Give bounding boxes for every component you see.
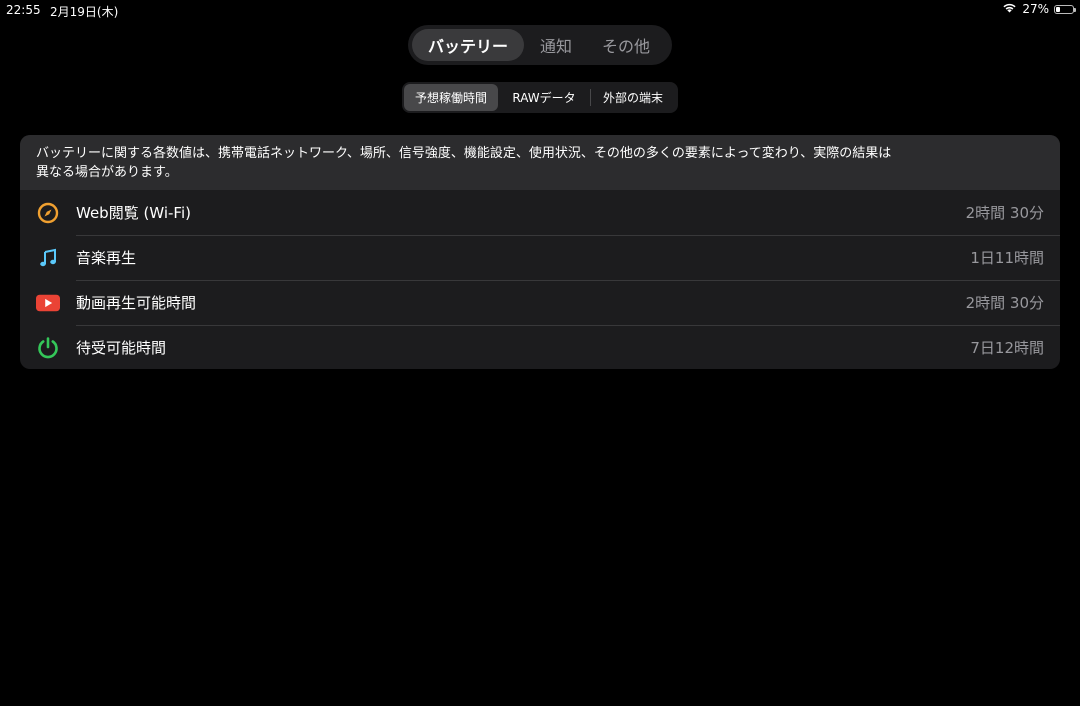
subtab-estimated-runtime[interactable]: 予想稼働時間 [404, 84, 498, 111]
compass-icon [36, 201, 60, 225]
wifi-icon [1002, 2, 1017, 16]
music-note-icon [36, 246, 60, 270]
row-value: 7日12時間 [970, 339, 1044, 357]
list-item-web-browsing[interactable]: Web閲覧 (Wi-Fi) 2時間 30分 [20, 190, 1060, 235]
video-play-icon [36, 291, 60, 315]
battery-icon [1054, 4, 1076, 14]
status-right: 27% [1002, 2, 1076, 16]
row-label: Web閲覧 (Wi-Fi) [76, 204, 191, 222]
status-bar: 22:55 2月19日(木) 27% [0, 0, 1080, 20]
row-value: 1日11時間 [970, 249, 1044, 267]
sub-segmented-control: 予想稼働時間 RAWデータ 外部の端末 [402, 82, 678, 113]
disclaimer-line-1: バッテリーに関する各数値は、携帯電話ネットワーク、場所、信号強度、機能設定、使用… [36, 146, 892, 161]
row-label: 待受可能時間 [76, 339, 167, 357]
row-label: 音楽再生 [76, 249, 137, 267]
list-item-standby[interactable]: 待受可能時間 7日12時間 [20, 325, 1060, 369]
disclaimer-notice: バッテリーに関する各数値は、携帯電話ネットワーク、場所、信号強度、機能設定、使用… [20, 135, 1060, 190]
list-item-video-playback[interactable]: 動画再生可能時間 2時間 30分 [20, 280, 1060, 325]
battery-estimate-card: バッテリーに関する各数値は、携帯電話ネットワーク、場所、信号強度、機能設定、使用… [20, 135, 1060, 369]
subtab-external-devices[interactable]: 外部の端末 [591, 84, 675, 111]
disclaimer-line-2: 異なる場合があります。 [36, 165, 178, 180]
row-label: 動画再生可能時間 [76, 294, 197, 312]
tab-notifications[interactable]: 通知 [524, 29, 588, 61]
list-item-music-playback[interactable]: 音楽再生 1日11時間 [20, 235, 1060, 280]
status-time: 22:55 [6, 3, 41, 17]
main-segmented-control: バッテリー 通知 その他 [408, 25, 672, 65]
power-icon [36, 336, 60, 360]
tab-other[interactable]: その他 [588, 29, 664, 61]
screen: 22:55 2月19日(木) 27% バッテリー 通知 その他 予想稼働時間 R… [0, 0, 1080, 706]
subtab-raw-data[interactable]: RAWデータ [498, 84, 590, 111]
battery-percent: 27% [1022, 2, 1049, 16]
battery-fill [1056, 6, 1060, 12]
row-value: 2時間 30分 [965, 294, 1044, 312]
row-value: 2時間 30分 [965, 204, 1044, 222]
status-date: 2月19日(木) [50, 5, 119, 19]
tab-battery[interactable]: バッテリー [412, 29, 524, 61]
